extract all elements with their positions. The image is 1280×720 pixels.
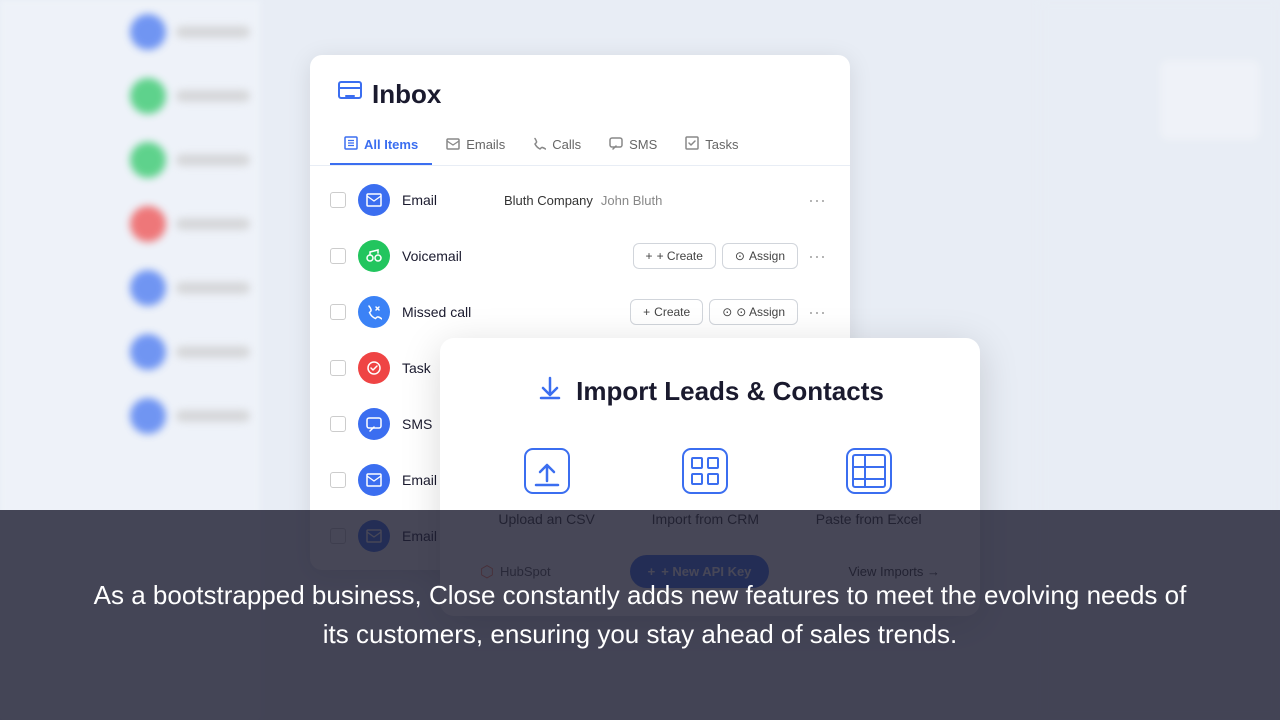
- missed-call-assign-icon: ⊙: [722, 305, 732, 319]
- import-download-icon: [536, 374, 564, 409]
- overlay-text: As a bootstrapped business, Close consta…: [80, 576, 1200, 654]
- tab-all-items[interactable]: All Items: [330, 126, 432, 165]
- email-item-actions: ···: [804, 190, 830, 211]
- create-plus-icon: +: [646, 249, 653, 263]
- background-right-card: [1160, 60, 1260, 140]
- voicemail-create-label: + Create: [657, 249, 703, 263]
- inbox-item-email: Email Bluth Company John Bluth ···: [310, 172, 850, 228]
- inbox-header: Inbox: [310, 55, 850, 126]
- calls-icon: [533, 137, 546, 153]
- item-checkbox-task[interactable]: [330, 360, 346, 376]
- item-checkbox-missed-call[interactable]: [330, 304, 346, 320]
- bg-sidebar-item: [120, 384, 260, 448]
- missed-call-assign-btn[interactable]: ⊙ ⊙ Assign: [709, 299, 798, 325]
- email2-item-icon: [358, 464, 390, 496]
- import-modal-title: Import Leads & Contacts: [576, 376, 884, 407]
- voicemail-assign-label: Assign: [749, 249, 785, 263]
- voicemail-item-actions: + + Create ⊙ Assign ···: [633, 243, 830, 269]
- missed-call-more-btn[interactable]: ···: [804, 302, 830, 323]
- inbox-item-missed-call: Missed call + Create ⊙ ⊙ Assign ···: [310, 284, 850, 340]
- emails-icon: [446, 137, 460, 153]
- voicemail-item-label: Voicemail: [402, 248, 492, 264]
- email-company: Bluth Company: [504, 193, 593, 208]
- voicemail-assign-btn[interactable]: ⊙ Assign: [722, 243, 798, 269]
- tab-emails-label: Emails: [466, 137, 505, 152]
- tab-calls[interactable]: Calls: [519, 127, 595, 165]
- bg-sidebar-item: [120, 128, 260, 192]
- assign-icon: ⊙: [735, 249, 745, 263]
- upload-csv-icon: [517, 441, 577, 501]
- bg-sidebar-item: [120, 0, 260, 64]
- import-modal-header: Import Leads & Contacts: [480, 374, 940, 409]
- missed-call-item-icon: [358, 296, 390, 328]
- bottom-overlay: As a bootstrapped business, Close consta…: [0, 510, 1280, 720]
- voicemail-item-icon: [358, 240, 390, 272]
- item-checkbox-voicemail[interactable]: [330, 248, 346, 264]
- email-more-btn[interactable]: ···: [804, 190, 830, 211]
- tasks-icon: [685, 136, 699, 153]
- tab-sms-label: SMS: [629, 137, 657, 152]
- email-item-label: Email: [402, 192, 492, 208]
- missed-call-create-label: Create: [654, 305, 690, 319]
- tab-emails[interactable]: Emails: [432, 127, 519, 165]
- bg-sidebar-item: [120, 64, 260, 128]
- item-checkbox-sms[interactable]: [330, 416, 346, 432]
- sms-icon: [609, 137, 623, 153]
- voicemail-more-btn[interactable]: ···: [804, 246, 830, 267]
- bg-sidebar-item: [120, 192, 260, 256]
- item-checkbox-email[interactable]: [330, 192, 346, 208]
- bg-sidebar-item: [120, 256, 260, 320]
- paste-excel-icon: [839, 441, 899, 501]
- email-person: John Bluth: [601, 193, 662, 208]
- email-item-icon: [358, 184, 390, 216]
- all-items-icon: [344, 136, 358, 153]
- missed-call-item-actions: + Create ⊙ ⊙ Assign ···: [630, 299, 830, 325]
- tab-all-items-label: All Items: [364, 137, 418, 152]
- tab-tasks[interactable]: Tasks: [671, 126, 752, 165]
- item-checkbox-email2[interactable]: [330, 472, 346, 488]
- import-crm-icon: [675, 441, 735, 501]
- inbox-title: Inbox: [372, 79, 441, 110]
- tab-sms[interactable]: SMS: [595, 127, 671, 165]
- bg-sidebar-item: [120, 320, 260, 384]
- tab-calls-label: Calls: [552, 137, 581, 152]
- missed-call-item-label: Missed call: [402, 304, 492, 320]
- missed-call-create-btn[interactable]: + Create: [630, 299, 703, 325]
- inbox-tabs: All Items Emails Calls: [310, 126, 850, 166]
- task-item-icon: [358, 352, 390, 384]
- inbox-icon: [338, 81, 362, 109]
- voicemail-create-btn[interactable]: + + Create: [633, 243, 716, 269]
- email-item-meta: Bluth Company John Bluth: [504, 193, 792, 208]
- tab-tasks-label: Tasks: [705, 137, 738, 152]
- inbox-item-voicemail: Voicemail + + Create ⊙ Assign ···: [310, 228, 850, 284]
- missed-call-assign-label: ⊙ Assign: [736, 305, 785, 319]
- sms-item-icon: [358, 408, 390, 440]
- missed-call-create-plus: +: [643, 305, 650, 319]
